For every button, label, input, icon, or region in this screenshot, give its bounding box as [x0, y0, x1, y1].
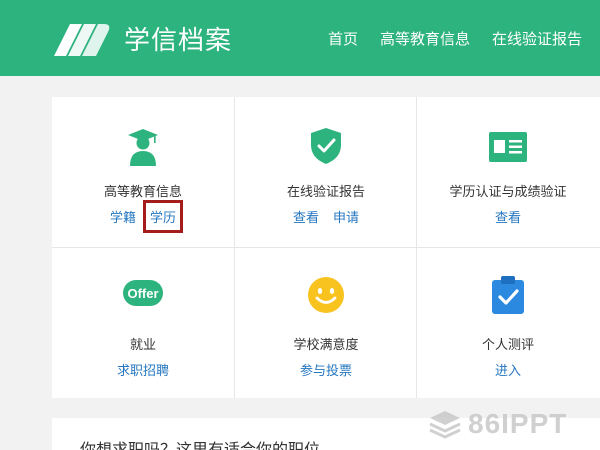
id-card-icon [489, 132, 527, 162]
link-student-status[interactable]: 学籍 [110, 207, 136, 226]
services-panel: 高等教育信息 学籍 学历 在线验证报告 查看 申请 学历认证与成绩验证 查看 O… [52, 97, 600, 398]
brand-logo[interactable]: 学信档案 [52, 18, 232, 58]
card-title: 学校满意度 [293, 338, 359, 353]
link-view-certification[interactable]: 查看 [495, 207, 521, 226]
card-title: 高等教育信息 [103, 185, 182, 200]
card-degree-certification: 学历认证与成绩验证 查看 [417, 97, 599, 247]
watermark-text: 86IPPT [468, 408, 568, 439]
clipboard-check-icon [492, 276, 524, 314]
svg-text:Offer: Offer [127, 286, 158, 301]
top-header: 学信档案 首页 高等教育信息 在线验证报告 [0, 0, 600, 76]
card-school-satisfaction: 学校满意度 参与投票 [235, 248, 417, 398]
job-promo-text[interactable]: 你想求职吗？这里有适合你的职位 [80, 436, 320, 450]
link-vote[interactable]: 参与投票 [300, 360, 352, 379]
card-title: 就业 [129, 338, 156, 353]
watermark: 86IPPT [428, 408, 567, 440]
nav-online-verification-report[interactable]: 在线验证报告 [492, 28, 582, 49]
brand-name: 学信档案 [124, 25, 233, 56]
link-view-report[interactable]: 查看 [293, 207, 319, 226]
card-title: 学历认证与成绩验证 [449, 185, 567, 200]
smiley-icon [308, 277, 344, 313]
link-academic-degree[interactable]: 学历 [142, 200, 184, 233]
book-logo-icon [54, 24, 110, 56]
layers-logo-icon [429, 411, 461, 439]
card-personal-assessment: 个人测评 进入 [417, 248, 599, 398]
card-online-verification-report: 在线验证报告 查看 申请 [235, 97, 417, 247]
link-enter-assessment[interactable]: 进入 [495, 360, 521, 379]
main-nav: 首页 高等教育信息 在线验证报告 [328, 0, 600, 76]
card-title: 个人测评 [481, 338, 534, 353]
nav-higher-education-info[interactable]: 高等教育信息 [380, 28, 470, 49]
nav-home[interactable]: 首页 [328, 28, 358, 49]
card-higher-education-info: 高等教育信息 学籍 学历 [52, 97, 234, 247]
card-title: 在线验证报告 [286, 185, 365, 200]
link-job-search[interactable]: 求职招聘 [117, 360, 169, 379]
offer-icon: Offer [123, 280, 163, 306]
link-apply-report[interactable]: 申请 [333, 207, 359, 226]
graduate-icon [128, 129, 158, 166]
shield-check-icon [311, 128, 341, 164]
card-employment: Offer 就业 求职招聘 [52, 248, 234, 398]
